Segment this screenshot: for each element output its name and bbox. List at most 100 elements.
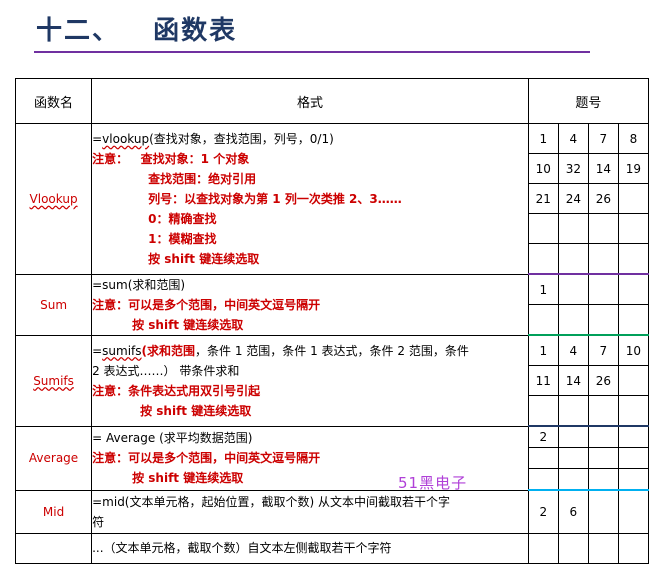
question-number [617,183,650,214]
note-line: 按 shift 键连续选取 [132,317,244,332]
note-line: 按 shift 键连续选取 [148,251,260,266]
question-number [527,304,559,336]
note-line: 注意：条件表达式用双引号引起 [92,383,261,398]
question-number [617,468,650,491]
question-number: 21 [527,183,559,214]
question-number [527,213,559,244]
function-name-sum: Sum [14,273,93,336]
function-table: 函数名 格式 题号 Vlookup =vlookup(查找对象，查找范围，列号，… [14,78,650,564]
note-line: 列号：以查找对象为第 1 列一次类推 2、3…… [148,191,402,206]
question-number: 1 [527,123,559,154]
question-number [587,489,619,534]
question-number: 7 [587,123,619,154]
syntax-line: 符 [92,514,105,529]
note-line: 注意： 查找对象：1 个对象 [92,151,250,166]
header-format: 格式 [91,78,529,124]
format-partial: ...（文本单元格，截取个数）自文本左侧截取若干个字符 [91,532,529,564]
function-name-sumifs: Sumifs [14,334,93,427]
question-number: 11 [527,365,559,396]
question-number: 7 [587,334,619,366]
table-row: Mid =mid(文本单元格，起始位置，截取个数) 从文本中间截取若干个字 符 … [14,489,650,534]
question-number [617,425,650,448]
question-number: 4 [557,123,589,154]
question-number [617,489,650,534]
note-line: 0：精确查找 [148,211,217,226]
question-number [617,365,650,396]
question-number [557,304,589,336]
table-row: Average = Average (求平均数据范围) 注意：可以是多个范围，中… [14,425,650,491]
question-number [617,273,650,305]
question-number: 10 [527,153,559,184]
syntax-line: = Average (求平均数据范围) [92,431,253,445]
question-number: 1 [527,273,559,305]
syntax-line: =vlookup(查找对象，查找范围，列号，0/1) [92,131,334,146]
question-number: 14 [587,153,619,184]
question-number [557,243,589,275]
question-number [587,213,619,244]
question-number [617,243,650,275]
table-row: Vlookup =vlookup(查找对象，查找范围，列号，0/1) 注意： 查… [14,123,650,275]
question-number [557,213,589,244]
header-function-name: 函数名 [14,78,93,124]
question-number [527,243,559,275]
question-number [587,395,619,427]
note-line: 查找范围：绝对引用 [148,171,257,186]
question-number [557,395,589,427]
table-row: Sumifs =sumifs(求和范围，条件 1 范围，条件 1 表达式，条件 … [14,334,650,427]
question-number [557,425,589,448]
question-number [527,468,559,491]
note-line: 按 shift 键连续选取 [140,403,252,418]
format-vlookup: =vlookup(查找对象，查找范围，列号，0/1) 注意： 查找对象：1 个对… [91,123,529,275]
table-header-row: 函数名 格式 题号 [14,78,650,124]
question-number: 32 [557,153,589,184]
question-number [587,304,619,336]
question-number: 6 [557,489,589,534]
question-number [587,273,619,305]
question-number [617,395,650,427]
note-line: 注意：可以是多个范围，中间英文逗号隔开 [92,451,321,465]
function-name-mid: Mid [14,489,93,534]
question-number [527,532,559,564]
question-number [617,304,650,336]
note-line: 注意：可以是多个范围，中间英文逗号隔开 [92,297,321,312]
question-number: 8 [617,123,650,154]
question-number [557,532,589,564]
syntax-line: 2 表达式……） 带条件求和 [92,363,240,378]
question-number [587,243,619,275]
format-mid: =mid(文本单元格，起始位置，截取个数) 从文本中间截取若干个字 符 [91,489,529,534]
syntax-line: ...（文本单元格，截取个数）自文本左侧截取若干个字符 [92,541,392,555]
note-line: 1：模糊查找 [148,231,217,246]
syntax-line: =sumifs(求和范围，条件 1 范围，条件 1 表达式，条件 2 范围，条件 [92,343,469,358]
question-number [587,532,619,564]
header-question-number: 题号 [527,78,650,124]
table-row: Sum =sum(求和范围) 注意：可以是多个范围，中间英文逗号隔开 按 shi… [14,273,650,336]
format-sumifs: =sumifs(求和范围，条件 1 范围，条件 1 表达式，条件 2 范围，条件… [91,334,529,427]
question-number: 2 [527,425,559,448]
question-number: 2 [527,489,559,534]
question-number [617,213,650,244]
question-number [617,532,650,564]
page-title: 十二、 函数表 [36,16,238,46]
format-sum: =sum(求和范围) 注意：可以是多个范围，中间英文逗号隔开 按 shift 键… [91,273,529,336]
question-number: 14 [557,365,589,396]
function-name-average: Average [14,425,93,491]
question-number [557,447,589,469]
table-row: ...（文本单元格，截取个数）自文本左侧截取若干个字符 [14,532,650,564]
question-number: 26 [587,365,619,396]
watermark: 51黑电子 [398,474,468,492]
function-name-partial [14,532,93,564]
question-number [587,447,619,469]
question-number: 4 [557,334,589,366]
question-number: 26 [587,183,619,214]
title-underline [34,51,590,53]
question-number: 24 [557,183,589,214]
question-number [527,395,559,427]
question-number [617,447,650,469]
question-number [557,468,589,491]
function-name-vlookup: Vlookup [14,123,93,275]
question-number: 10 [617,334,650,366]
question-number [527,447,559,469]
question-number: 19 [617,153,650,184]
syntax-line: =mid(文本单元格，起始位置，截取个数) 从文本中间截取若干个字 [92,494,450,509]
question-number: 1 [527,334,559,366]
